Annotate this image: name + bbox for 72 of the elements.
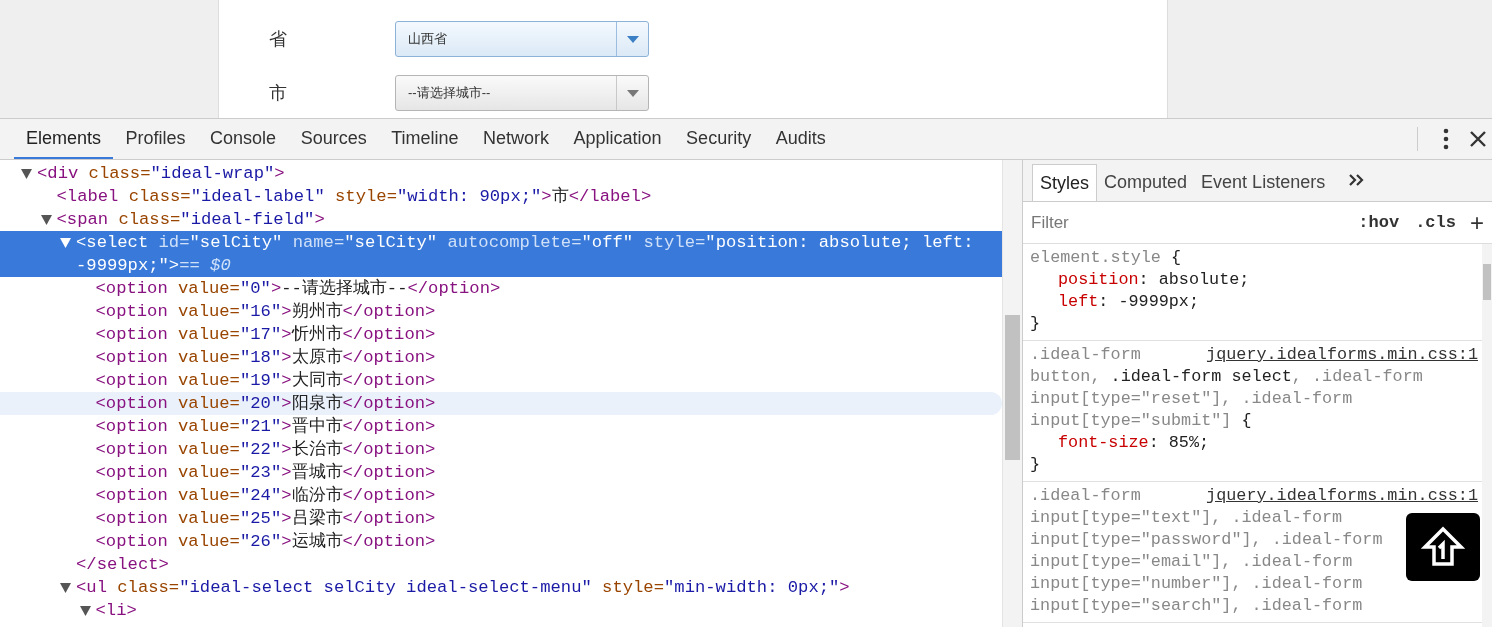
- css-selector: input[type="reset"], .ideal-form: [1030, 388, 1353, 410]
- filter-toolbar-button[interactable]: :hov: [1350, 213, 1408, 232]
- close-icon[interactable]: [1469, 130, 1487, 148]
- css-selector: input[type="password"], .ideal-form: [1030, 529, 1383, 551]
- expand-arrow-icon[interactable]: [60, 238, 71, 248]
- css-declaration[interactable]: font-size: 85%;: [1030, 432, 1482, 454]
- dom-node-line[interactable]: <option value="17">忻州市</option>: [95, 323, 436, 346]
- css-selector: input[type="email"], .ideal-form: [1030, 551, 1353, 573]
- double-chevron-icon[interactable]: [1348, 173, 1365, 187]
- dom-node-line[interactable]: <option value="0">--请选择城市--</option>: [95, 277, 501, 300]
- dom-node-line[interactable]: <option value="22">长治市</option>: [95, 438, 436, 461]
- dom-node-line[interactable]: <option value="16">朔州市</option>: [95, 300, 436, 323]
- dom-row-highlight[interactable]: <option value="20">阳泉市</option>: [0, 392, 1002, 415]
- css-selector: .ideal-form: [1030, 344, 1141, 366]
- select-field[interactable]: 山西省: [395, 21, 649, 57]
- dom-node-line[interactable]: <label class="ideal-label" style="width: 90px;">市</label>: [56, 185, 652, 208]
- back-to-top-button[interactable]: [1406, 513, 1480, 581]
- css-selector: input[type="search"], .ideal-form: [1030, 595, 1363, 617]
- dom-node-line[interactable]: <ul class="ideal-select selCity ideal-select-menu" style="min-width: 0px;">: [76, 576, 850, 599]
- devtools-tab[interactable]: Timeline: [379, 119, 471, 159]
- devtools-tab[interactable]: Security: [674, 119, 764, 159]
- devtools-tab[interactable]: Network: [471, 119, 562, 159]
- caret-down-icon: [626, 35, 639, 43]
- css-selector: element.style: [1030, 247, 1161, 269]
- sidebar-tab[interactable]: Computed: [1097, 164, 1195, 201]
- field-label: 省: [268, 28, 288, 51]
- expand-arrow-icon[interactable]: [79, 606, 91, 616]
- devtools-tab[interactable]: Profiles: [113, 119, 198, 159]
- dom-node-line[interactable]: <option value="21">晋中市</option>: [95, 415, 436, 438]
- css-selector: .ideal-form: [1030, 485, 1141, 507]
- scrollbar[interactable]: [1482, 244, 1492, 627]
- scrollbar[interactable]: [1002, 160, 1022, 627]
- caret-down-icon: [626, 89, 639, 97]
- dom-node-line[interactable]: <option value="18">太原市</option>: [95, 346, 436, 369]
- expand-arrow-icon[interactable]: [21, 169, 32, 179]
- css-brace: }: [1030, 313, 1041, 335]
- css-declaration[interactable]: position: absolute;: [1030, 269, 1482, 291]
- dom-node-line[interactable]: <option value="19">大同市</option>: [95, 369, 436, 392]
- sidebar-tab[interactable]: Event Listeners: [1194, 164, 1333, 201]
- field-label: 市: [268, 82, 288, 105]
- up-arrow-icon: [1421, 526, 1465, 568]
- expand-arrow-icon[interactable]: [60, 583, 71, 593]
- dom-node-line[interactable]: <div class="ideal-wrap">: [37, 162, 285, 185]
- expand-arrow-icon[interactable]: [40, 215, 52, 225]
- dom-node-line[interactable]: </select>: [76, 553, 169, 576]
- css-brace: {: [1241, 410, 1252, 432]
- filter-toolbar-button[interactable]: +: [1464, 208, 1486, 237]
- dom-node-line[interactable]: <option value="23">晋城市</option>: [95, 461, 436, 484]
- devtools-tab[interactable]: Sources: [288, 119, 379, 159]
- source-link[interactable]: jquery.idealforms.min.css:1: [1206, 344, 1482, 366]
- filter-toolbar-button[interactable]: .cls: [1407, 213, 1464, 232]
- devtools-tab[interactable]: Application: [561, 119, 674, 159]
- css-brace: {: [1171, 247, 1182, 269]
- css-brace: }: [1030, 454, 1041, 476]
- devtools-tab[interactable]: Audits: [763, 119, 838, 159]
- sidebar-tab[interactable]: Styles: [1032, 164, 1098, 201]
- devtools-tab[interactable]: Console: [198, 119, 289, 159]
- css-selector: input[type="number"], .ideal-form: [1030, 573, 1363, 595]
- css-selector: button, .ideal-form select, .ideal-form: [1030, 366, 1423, 388]
- dom-node-line[interactable]: <span class="ideal-field">: [56, 208, 325, 231]
- css-selector: input[type="submit"]: [1030, 410, 1232, 432]
- dom-node-line[interactable]: <option value="20">阳泉市</option>: [95, 392, 436, 415]
- devtools-tab[interactable]: Elements: [14, 119, 114, 159]
- dom-node-line[interactable]: <li>: [95, 599, 137, 622]
- select-field[interactable]: --请选择城市--: [395, 75, 649, 111]
- dom-node-line[interactable]: <option value="26">运城市</option>: [95, 530, 436, 553]
- dom-node-line[interactable]: <option value="24">临汾市</option>: [95, 484, 436, 507]
- more-options-icon[interactable]: [1443, 128, 1449, 150]
- css-declaration[interactable]: left: -9999px;: [1030, 291, 1482, 313]
- css-selector: input[type="text"], .ideal-form: [1030, 507, 1343, 529]
- dom-node-line[interactable]: <option value="25">吕梁市</option>: [95, 507, 436, 530]
- source-link[interactable]: jquery.idealforms.min.css:1: [1206, 485, 1482, 507]
